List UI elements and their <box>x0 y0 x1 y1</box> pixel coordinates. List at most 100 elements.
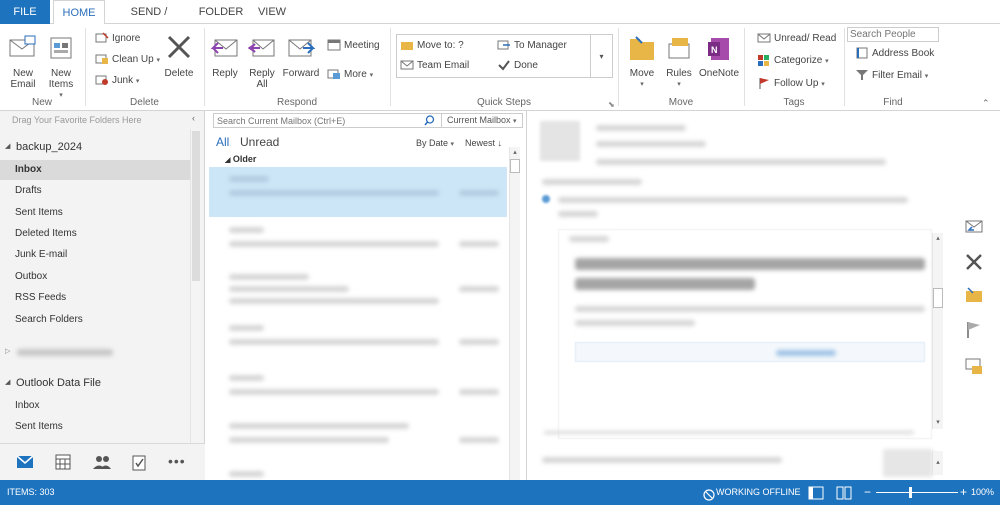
list-item[interactable] <box>209 267 507 317</box>
quick-step-to-manager[interactable]: To Manager <box>497 37 567 55</box>
tab-send-receive[interactable]: SEND / RECEIVE <box>108 0 190 42</box>
offline-icon <box>703 486 715 505</box>
filter-all-tab[interactable]: All <box>216 135 229 149</box>
move-to-folder-action-icon[interactable] <box>964 357 984 378</box>
expand-triangle-icon[interactable]: ▷ <box>5 347 10 355</box>
folder-deleted-items[interactable]: Deleted Items <box>0 224 190 244</box>
zoom-slider-thumb[interactable] <box>909 487 912 498</box>
folder-scrollbar[interactable] <box>190 129 201 443</box>
pane-scrollbar[interactable]: ▴ <box>932 451 943 475</box>
message-list-scroll-thumb[interactable] <box>510 159 520 173</box>
sort-by-dropdown[interactable]: By Date ▾ <box>416 138 454 148</box>
filter-email-button[interactable]: Filter Email ▾ <box>855 67 928 85</box>
zoom-in-button[interactable]: + <box>960 480 967 505</box>
meeting-button[interactable]: Meeting <box>327 37 380 55</box>
normal-view-icon[interactable] <box>808 485 824 505</box>
delete-action-icon[interactable] <box>964 253 984 274</box>
zoom-level[interactable]: 100% <box>971 480 994 505</box>
folder-search-folders[interactable]: Search Folders <box>0 310 190 330</box>
ignore-button[interactable]: Ignore <box>95 30 140 48</box>
data-file-sent-items[interactable]: Sent Items <box>0 417 190 437</box>
reading-view-icon[interactable] <box>836 485 852 505</box>
new-email-button[interactable]: New Email <box>6 34 40 90</box>
zoom-out-button[interactable]: − <box>864 480 871 505</box>
forward-button[interactable]: Forward <box>282 34 320 79</box>
more-respond-button[interactable]: More ▾ <box>327 66 373 84</box>
quick-step-move-to[interactable]: Move to: ? <box>400 37 464 55</box>
data-file-header[interactable]: ◢ Outlook Data File <box>0 372 190 394</box>
search-icon[interactable] <box>424 115 435 129</box>
group-header-older[interactable]: ◢ Older <box>225 154 256 164</box>
list-item[interactable] <box>209 417 507 467</box>
tasks-icon[interactable] <box>131 453 147 474</box>
search-people-input[interactable] <box>847 27 939 42</box>
scroll-up-icon[interactable]: ▴ <box>933 233 943 244</box>
folder-drafts[interactable]: Drafts <box>0 181 190 201</box>
sort-order-toggle[interactable]: Newest ↓ <box>465 138 502 148</box>
body-scroll-thumb[interactable] <box>933 288 943 308</box>
categorize-icon <box>757 54 771 67</box>
offline-status[interactable]: WORKING OFFLINE <box>716 480 801 505</box>
scroll-up-icon[interactable]: ▴ <box>933 457 943 468</box>
folder-outbox[interactable]: Outbox <box>0 267 190 287</box>
flag-action-icon[interactable] <box>964 321 984 342</box>
folder-rss-feeds[interactable]: RSS Feeds <box>0 288 190 308</box>
message-list: Current Mailbox ▾ All Unread By Date ▾ N… <box>205 111 527 480</box>
zoom-slider[interactable] <box>876 487 958 498</box>
email-link-button[interactable] <box>575 342 925 362</box>
list-item[interactable] <box>209 217 507 267</box>
list-item[interactable] <box>209 467 507 480</box>
dialog-launcher-icon[interactable]: ⬊ <box>608 100 615 109</box>
onenote-button[interactable]: N OneNote <box>698 34 740 79</box>
junk-button[interactable]: Junk ▾ <box>95 72 139 90</box>
follow-up-label: Follow Up <box>774 78 819 89</box>
reply-button[interactable]: Reply <box>209 34 241 79</box>
blurred-account[interactable] <box>17 349 113 356</box>
quick-step-team-email[interactable]: Team Email <box>400 57 469 75</box>
collapse-pane-icon[interactable]: ‹ <box>192 113 195 123</box>
delete-button[interactable]: Delete <box>162 34 196 79</box>
tab-view[interactable]: VIEW <box>252 0 292 24</box>
collapse-ribbon-icon[interactable]: ⌃ <box>982 98 990 109</box>
scroll-down-icon[interactable]: ▾ <box>933 417 943 428</box>
list-item[interactable] <box>209 317 507 367</box>
message-list-scrollbar[interactable]: ▴ <box>509 147 520 480</box>
address-book-button[interactable]: Address Book <box>855 45 934 63</box>
info-icon <box>542 195 550 203</box>
filter-unread-tab[interactable]: Unread <box>240 135 279 149</box>
body-scrollbar[interactable]: ▴ ▾ <box>932 233 943 429</box>
more-nav-icon[interactable]: ••• <box>168 453 186 469</box>
scroll-up-icon[interactable]: ▴ <box>510 147 520 158</box>
new-items-button[interactable]: New Items ▾ <box>44 34 78 101</box>
blurred-text <box>596 141 706 147</box>
list-item[interactable] <box>209 167 507 217</box>
categorize-button[interactable]: Categorize ▾ <box>757 52 829 70</box>
blurred-text <box>229 298 439 304</box>
account-header[interactable]: ◢ backup_2024 <box>0 136 190 158</box>
delete-icon <box>163 34 195 64</box>
folder-scroll-thumb[interactable] <box>192 131 200 281</box>
reply-action-icon[interactable] <box>964 219 984 238</box>
follow-up-button[interactable]: Follow Up ▾ <box>757 75 825 93</box>
tab-file[interactable]: FILE <box>0 0 50 24</box>
folder-inbox[interactable]: Inbox <box>0 160 190 180</box>
data-file-inbox[interactable]: Inbox <box>0 396 190 416</box>
folder-junk-email[interactable]: Junk E-mail <box>0 245 190 265</box>
search-scope-dropdown[interactable]: Current Mailbox ▾ <box>441 114 521 127</box>
mail-icon[interactable] <box>16 455 34 472</box>
move-action-icon[interactable] <box>964 287 984 306</box>
tab-folder[interactable]: FOLDER <box>194 0 248 24</box>
clean-up-button[interactable]: Clean Up ▾ <box>95 51 160 69</box>
reply-all-button[interactable]: Reply All <box>246 34 278 90</box>
folder-sent-items[interactable]: Sent Items <box>0 203 190 223</box>
calendar-nav-icon[interactable] <box>55 454 71 473</box>
quick-step-done[interactable]: Done <box>497 57 538 75</box>
quick-steps-expand-button[interactable]: ▾ <box>591 34 613 78</box>
blurred-text <box>229 339 439 345</box>
unread-read-button[interactable]: Unread/ Read <box>757 30 836 48</box>
rules-button[interactable]: Rules ▾ <box>663 34 695 90</box>
move-button[interactable]: Move ▾ <box>625 34 659 90</box>
list-item[interactable] <box>209 367 507 417</box>
tab-home[interactable]: HOME <box>53 0 105 25</box>
people-icon[interactable] <box>92 454 112 473</box>
